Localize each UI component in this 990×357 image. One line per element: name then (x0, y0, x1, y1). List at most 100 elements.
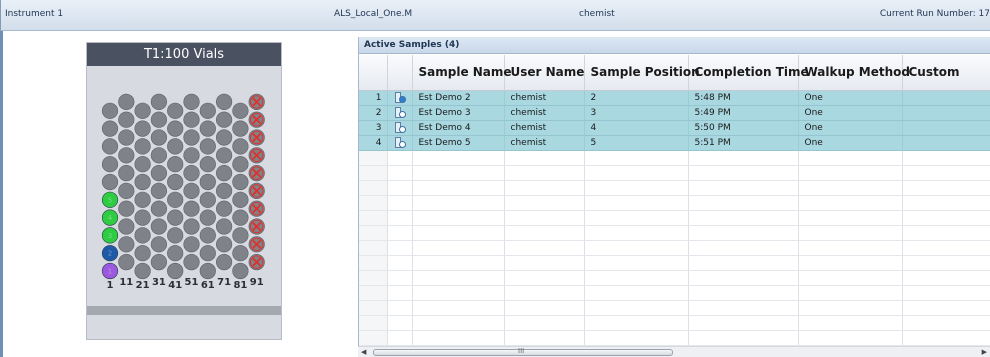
vial-empty[interactable] (216, 218, 233, 235)
vial-empty[interactable] (150, 129, 167, 146)
vial-empty[interactable] (232, 245, 249, 262)
vial-empty[interactable] (134, 191, 151, 208)
vial-empty[interactable] (183, 254, 200, 271)
vial-empty[interactable] (232, 156, 249, 173)
vial-empty[interactable] (101, 138, 119, 155)
vial-empty[interactable] (167, 102, 184, 119)
vial-empty[interactable] (167, 262, 184, 280)
vial-empty[interactable] (167, 191, 184, 208)
vial-empty[interactable] (118, 129, 135, 146)
sample-name-header[interactable]: Sample Name (412, 55, 512, 91)
scrollbar-thumb[interactable]: III (373, 347, 673, 356)
vial-empty[interactable] (216, 165, 233, 182)
vial-empty[interactable] (199, 102, 216, 119)
vial-empty[interactable] (216, 93, 233, 111)
vial-empty[interactable] (101, 120, 119, 137)
table-row[interactable]: 4 Est Demo 5 chemist 5 5:51 PM One (359, 135, 990, 151)
vial-tray-grid[interactable]: 123451 11 21 31 41 51 61 71 81 91 (87, 43, 281, 339)
user-name-header[interactable]: User Name (504, 55, 585, 91)
vial-empty[interactable] (118, 200, 135, 217)
vial-empty[interactable] (183, 218, 200, 235)
vial-empty[interactable] (199, 191, 216, 208)
vial-empty[interactable] (183, 236, 200, 253)
vial-empty[interactable] (118, 182, 135, 199)
vial-empty[interactable] (232, 138, 249, 155)
vial-empty[interactable] (101, 102, 119, 119)
vial-empty[interactable] (167, 138, 184, 155)
vial-empty[interactable] (150, 111, 167, 128)
vial-empty[interactable] (150, 147, 167, 164)
vial-empty[interactable] (216, 236, 233, 253)
vial-empty[interactable] (167, 120, 184, 137)
vial-empty[interactable] (216, 182, 233, 199)
vial-empty[interactable] (150, 93, 167, 111)
vial-empty[interactable] (167, 209, 184, 226)
vial-empty[interactable] (232, 102, 249, 119)
vial-empty[interactable] (216, 129, 233, 146)
vial-empty[interactable] (199, 262, 216, 280)
vial-empty[interactable] (232, 262, 249, 280)
vial-empty[interactable] (183, 129, 200, 146)
vial-empty[interactable] (134, 245, 151, 262)
vial-empty[interactable] (118, 236, 135, 253)
table-row[interactable]: 1 Est Demo 2 chemist 2 5:48 PM One (359, 90, 990, 106)
scroll-right-icon[interactable]: ▶ (982, 348, 987, 356)
vial-empty[interactable] (150, 182, 167, 199)
vial-empty[interactable] (101, 173, 119, 191)
vial-empty[interactable] (150, 254, 167, 271)
vial-empty[interactable] (134, 102, 151, 119)
horizontal-scrollbar[interactable]: ◀ III ▶ (358, 346, 990, 357)
vial-empty[interactable] (232, 209, 249, 226)
vial-empty[interactable] (216, 147, 233, 164)
vial-empty[interactable] (134, 173, 151, 191)
vial-empty[interactable] (199, 138, 216, 155)
vial-empty[interactable] (232, 191, 249, 208)
vial-empty[interactable] (199, 173, 216, 191)
vial-empty[interactable] (216, 111, 233, 128)
vial-empty[interactable] (118, 147, 135, 164)
vial-empty[interactable] (199, 245, 216, 262)
vial-empty[interactable] (183, 93, 200, 111)
icon-header[interactable] (387, 55, 413, 91)
vial-empty[interactable] (134, 138, 151, 155)
vial-empty[interactable] (134, 262, 151, 280)
vial-empty[interactable] (216, 254, 233, 271)
vial-empty[interactable] (167, 245, 184, 262)
completion-time-header[interactable]: Completion Time (688, 55, 809, 91)
vial-empty[interactable] (232, 173, 249, 191)
vial-empty[interactable] (183, 182, 200, 199)
vial-empty[interactable] (150, 165, 167, 182)
vial-empty[interactable] (118, 218, 135, 235)
vial-empty[interactable] (118, 111, 135, 128)
vial-empty[interactable] (199, 120, 216, 137)
vial-empty[interactable] (118, 165, 135, 182)
vial-empty[interactable] (101, 156, 119, 173)
vial-empty[interactable] (183, 147, 200, 164)
vial-empty[interactable] (167, 227, 184, 244)
vial-empty[interactable] (167, 156, 184, 173)
vial-empty[interactable] (167, 173, 184, 191)
walkup-method-header[interactable]: Walkup Method (798, 55, 910, 91)
vial-empty[interactable] (134, 209, 151, 226)
vial-empty[interactable] (183, 165, 200, 182)
table-row[interactable]: 3 Est Demo 4 chemist 4 5:50 PM One (359, 120, 990, 136)
vial-empty[interactable] (150, 218, 167, 235)
vial-empty[interactable] (150, 236, 167, 253)
scroll-left-icon[interactable]: ◀ (361, 348, 366, 356)
vial-empty[interactable] (232, 227, 249, 244)
vial-empty[interactable] (118, 93, 135, 111)
row-number-header[interactable] (359, 55, 388, 91)
vial-empty[interactable] (150, 200, 167, 217)
vial-empty[interactable] (216, 200, 233, 217)
vial-empty[interactable] (199, 227, 216, 244)
vial-empty[interactable] (232, 120, 249, 137)
vial-empty[interactable] (183, 111, 200, 128)
vial-empty[interactable] (183, 200, 200, 217)
vial-empty[interactable] (199, 209, 216, 226)
vial-empty[interactable] (199, 156, 216, 173)
vial-empty[interactable] (118, 254, 135, 271)
vial-empty[interactable] (134, 227, 151, 244)
table-row[interactable]: 2 Est Demo 3 chemist 3 5:49 PM One (359, 105, 990, 121)
custom-header[interactable]: Custom (902, 55, 990, 91)
vial-empty[interactable] (134, 156, 151, 173)
